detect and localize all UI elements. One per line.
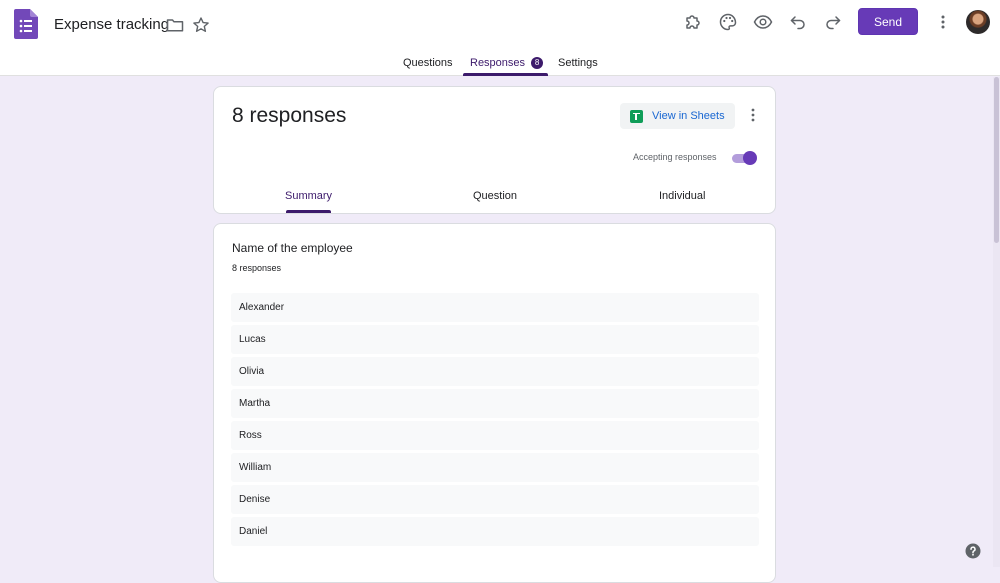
tab-responses[interactable]: Responses 8 bbox=[470, 57, 544, 69]
subtab-individual[interactable]: Individual bbox=[659, 190, 705, 202]
question-title: Name of the employee bbox=[232, 241, 353, 255]
addon-puzzle-icon[interactable] bbox=[682, 11, 704, 33]
accepting-responses-label: Accepting responses bbox=[633, 152, 717, 162]
view-in-sheets-button[interactable]: View in Sheets bbox=[620, 103, 735, 129]
help-icon[interactable] bbox=[965, 543, 981, 559]
answer-row: Denise bbox=[231, 485, 759, 514]
palette-icon[interactable] bbox=[717, 11, 739, 33]
sheets-icon bbox=[630, 109, 643, 123]
document-title[interactable]: Expense tracking bbox=[54, 15, 169, 35]
question-response-count: 8 responses bbox=[232, 263, 282, 273]
accepting-responses-toggle[interactable] bbox=[730, 151, 758, 165]
answer-row: Lucas bbox=[231, 325, 759, 354]
toggle-thumb bbox=[743, 151, 757, 165]
answer-row: Martha bbox=[231, 389, 759, 418]
active-tab-indicator bbox=[463, 73, 548, 76]
tab-settings[interactable]: Settings bbox=[558, 57, 598, 69]
subtab-summary[interactable]: Summary bbox=[285, 190, 332, 202]
answer-row: Ross bbox=[231, 421, 759, 450]
view-in-sheets-label: View in Sheets bbox=[652, 110, 725, 122]
answer-row: Olivia bbox=[231, 357, 759, 386]
folder-icon[interactable] bbox=[165, 15, 185, 35]
undo-icon[interactable] bbox=[787, 11, 809, 33]
responses-more-vert-icon[interactable] bbox=[744, 106, 762, 124]
avatar[interactable] bbox=[966, 10, 990, 34]
responses-count-badge: 8 bbox=[531, 57, 544, 69]
active-subtab-indicator bbox=[286, 210, 331, 213]
responses-count-title: 8 responses bbox=[232, 104, 347, 127]
answer-row: Alexander bbox=[231, 293, 759, 322]
redo-icon[interactable] bbox=[822, 11, 844, 33]
app-header: Expense tracking Send Questions Response… bbox=[0, 0, 1000, 76]
forms-logo-icon[interactable] bbox=[14, 9, 38, 39]
answer-list: Alexander Lucas Olivia Martha Ross Willi… bbox=[231, 293, 759, 549]
question-summary-card: Name of the employee 8 responses Alexand… bbox=[213, 223, 776, 583]
tab-responses-label: Responses bbox=[470, 57, 526, 69]
more-vert-icon[interactable] bbox=[933, 12, 953, 32]
page-scrollbar[interactable] bbox=[993, 77, 1000, 567]
responses-summary-card: 8 responses View in Sheets Accepting res… bbox=[213, 86, 776, 214]
scrollbar-thumb[interactable] bbox=[994, 77, 999, 243]
preview-eye-icon[interactable] bbox=[752, 11, 774, 33]
star-icon[interactable] bbox=[191, 15, 211, 35]
tab-questions[interactable]: Questions bbox=[403, 57, 453, 69]
main-tabs: Questions Responses 8 Settings bbox=[0, 52, 1000, 76]
subtab-question[interactable]: Question bbox=[473, 190, 517, 202]
answer-row: Daniel bbox=[231, 517, 759, 546]
answer-row: William bbox=[231, 453, 759, 482]
send-button[interactable]: Send bbox=[858, 8, 918, 35]
